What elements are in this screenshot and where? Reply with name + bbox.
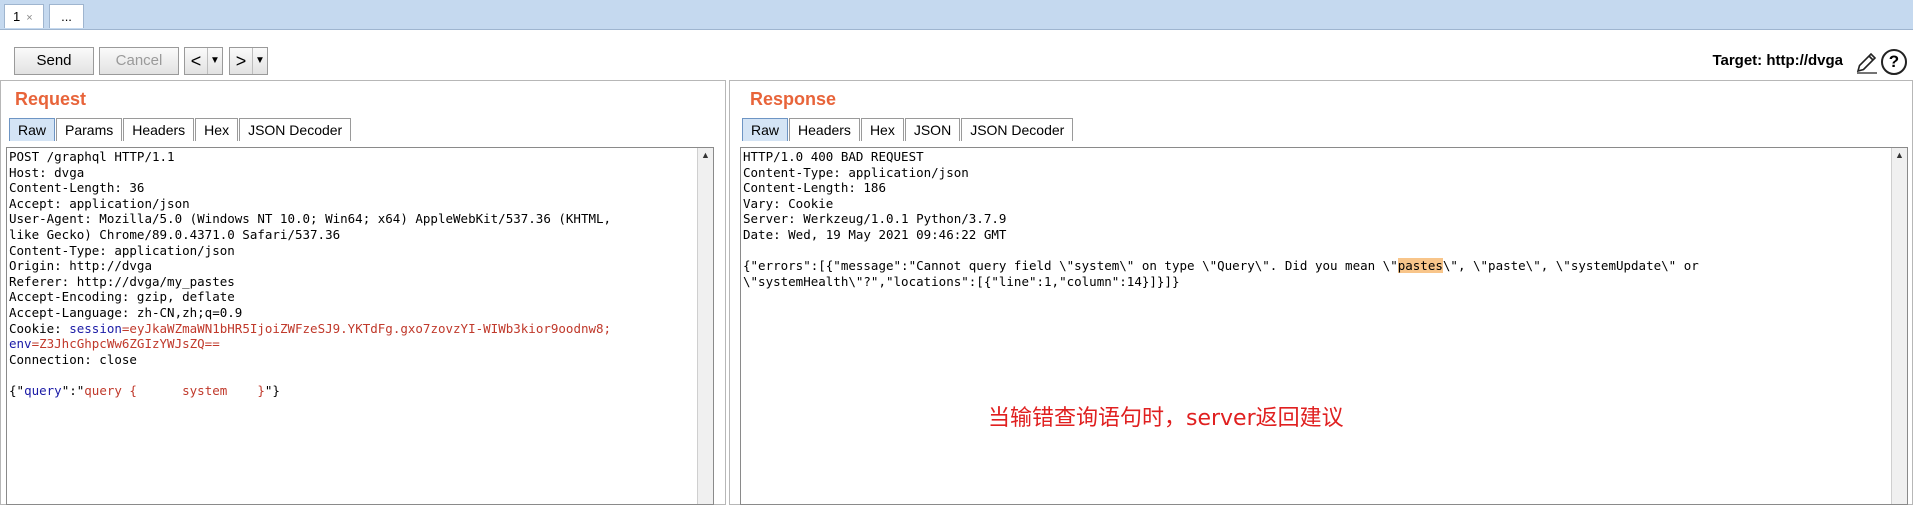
chevron-right-icon[interactable]: > bbox=[230, 48, 252, 74]
tab-json-decoder[interactable]: JSON Decoder bbox=[239, 118, 352, 141]
response-line: Vary: Cookie bbox=[743, 195, 834, 211]
send-button[interactable]: Send bbox=[14, 47, 94, 75]
tab-raw[interactable]: Raw bbox=[742, 118, 789, 141]
chevron-down-icon[interactable]: ▼ bbox=[252, 48, 267, 74]
highlighted-suggestion: pastes bbox=[1397, 258, 1443, 274]
request-line: User-Agent: Mozilla/5.0 (Windows NT 10.0… bbox=[9, 211, 612, 227]
request-editor[interactable]: POST /graphql HTTP/1.1 Host: dvga Conten… bbox=[6, 147, 714, 505]
request-line: Origin: http://dvga bbox=[9, 258, 152, 274]
request-line: POST /graphql HTTP/1.1 bbox=[9, 149, 175, 164]
response-line: Content-Type: application/json bbox=[743, 164, 969, 180]
chevron-down-icon[interactable]: ▼ bbox=[207, 48, 222, 74]
request-line: Content-Length: 36 bbox=[9, 180, 145, 196]
request-line: Accept: application/json bbox=[9, 195, 190, 211]
toolbar: Send Cancel < ▼ > ▼ Target: http://dvga … bbox=[0, 30, 1913, 78]
cancel-button[interactable]: Cancel bbox=[99, 47, 179, 75]
response-tabs: Raw Headers Hex JSON JSON Decoder bbox=[742, 118, 1074, 142]
body-key: query bbox=[24, 382, 62, 398]
request-line: Connection: close bbox=[9, 351, 137, 367]
help-icon[interactable]: ? bbox=[1881, 49, 1907, 75]
request-line: like Gecko) Chrome/89.0.4371.0 Safari/53… bbox=[9, 226, 341, 242]
tab-raw[interactable]: Raw bbox=[9, 118, 56, 141]
response-title: Response bbox=[750, 89, 837, 109]
request-tabs: Raw Params Headers Hex JSON Decoder bbox=[9, 118, 352, 142]
response-body: \"systemHealth\"?","locations":[{"line":… bbox=[743, 273, 1180, 289]
request-line: Accept-Encoding: gzip, deflate bbox=[9, 289, 235, 305]
cookie-key: env bbox=[9, 336, 32, 352]
tab-1[interactable]: 1 × bbox=[4, 4, 44, 28]
body-punct: ":" bbox=[61, 382, 85, 398]
response-body: \", \"paste\", \"systemUpdate\" or bbox=[1442, 258, 1699, 274]
tab-new[interactable]: ... bbox=[49, 4, 84, 28]
tab-hex[interactable]: Hex bbox=[860, 118, 904, 141]
tab-json-decoder[interactable]: JSON Decoder bbox=[961, 118, 1074, 141]
cookie-label: Cookie: bbox=[9, 320, 70, 336]
close-icon[interactable]: × bbox=[26, 12, 32, 24]
tab-headers[interactable]: Headers bbox=[789, 118, 860, 141]
request-line: Content-Type: application/json bbox=[9, 242, 235, 258]
tab-new-label: ... bbox=[61, 9, 72, 24]
tab-json[interactable]: JSON bbox=[904, 118, 961, 141]
cookie-value: =eyJkaWZmaWN1bHR5IjoiZWFzeSJ9.YKTdFg.gxo… bbox=[121, 320, 612, 336]
response-body: {"errors":[{"message":"Cannot query fiel… bbox=[743, 258, 1398, 274]
chevron-left-icon[interactable]: < bbox=[185, 48, 207, 74]
response-line: HTTP/1.0 400 BAD REQUEST bbox=[743, 149, 924, 164]
scroll-up-icon[interactable]: ▲ bbox=[1892, 148, 1907, 162]
request-text[interactable]: POST /graphql HTTP/1.1 Host: dvga Conten… bbox=[9, 149, 611, 399]
forward-button[interactable]: > ▼ bbox=[229, 47, 268, 75]
request-scrollbar[interactable]: ▲ bbox=[697, 148, 713, 504]
cookie-value: =Z3JhcGhpcWw6ZGIzYWJsZQ== bbox=[31, 336, 220, 352]
response-text[interactable]: HTTP/1.0 400 BAD REQUEST Content-Type: a… bbox=[743, 149, 1699, 289]
request-line: Referer: http://dvga/my_pastes bbox=[9, 273, 235, 289]
target-label[interactable]: Target: http://dvga bbox=[1712, 52, 1843, 69]
tab-params[interactable]: Params bbox=[56, 118, 123, 141]
body-value: query { system } bbox=[84, 382, 265, 398]
cookie-key: session bbox=[69, 320, 122, 336]
pencil-icon[interactable] bbox=[1855, 50, 1879, 74]
body-punct: {" bbox=[9, 382, 25, 398]
scroll-up-icon[interactable]: ▲ bbox=[698, 148, 713, 162]
tab-strip: 1 × ... bbox=[0, 0, 1913, 30]
request-line: Host: dvga bbox=[9, 164, 85, 180]
tab-headers[interactable]: Headers bbox=[123, 118, 195, 141]
annotation-text: 当输错查询语句时，server返回建议 bbox=[988, 406, 1344, 431]
tab-1-label: 1 bbox=[13, 9, 21, 24]
response-scrollbar[interactable]: ▲ bbox=[1891, 148, 1907, 504]
request-line: Accept-Language: zh-CN,zh;q=0.9 bbox=[9, 304, 243, 320]
body-punct: "} bbox=[264, 382, 280, 398]
tab-hex[interactable]: Hex bbox=[195, 118, 239, 141]
request-title: Request bbox=[15, 89, 87, 109]
response-line: Server: Werkzeug/1.0.1 Python/3.7.9 bbox=[743, 211, 1007, 227]
response-editor[interactable]: HTTP/1.0 400 BAD REQUEST Content-Type: a… bbox=[740, 147, 1908, 505]
response-line: Content-Length: 186 bbox=[743, 180, 886, 196]
response-line: Date: Wed, 19 May 2021 09:46:22 GMT bbox=[743, 226, 1007, 242]
back-button[interactable]: < ▼ bbox=[184, 47, 223, 75]
